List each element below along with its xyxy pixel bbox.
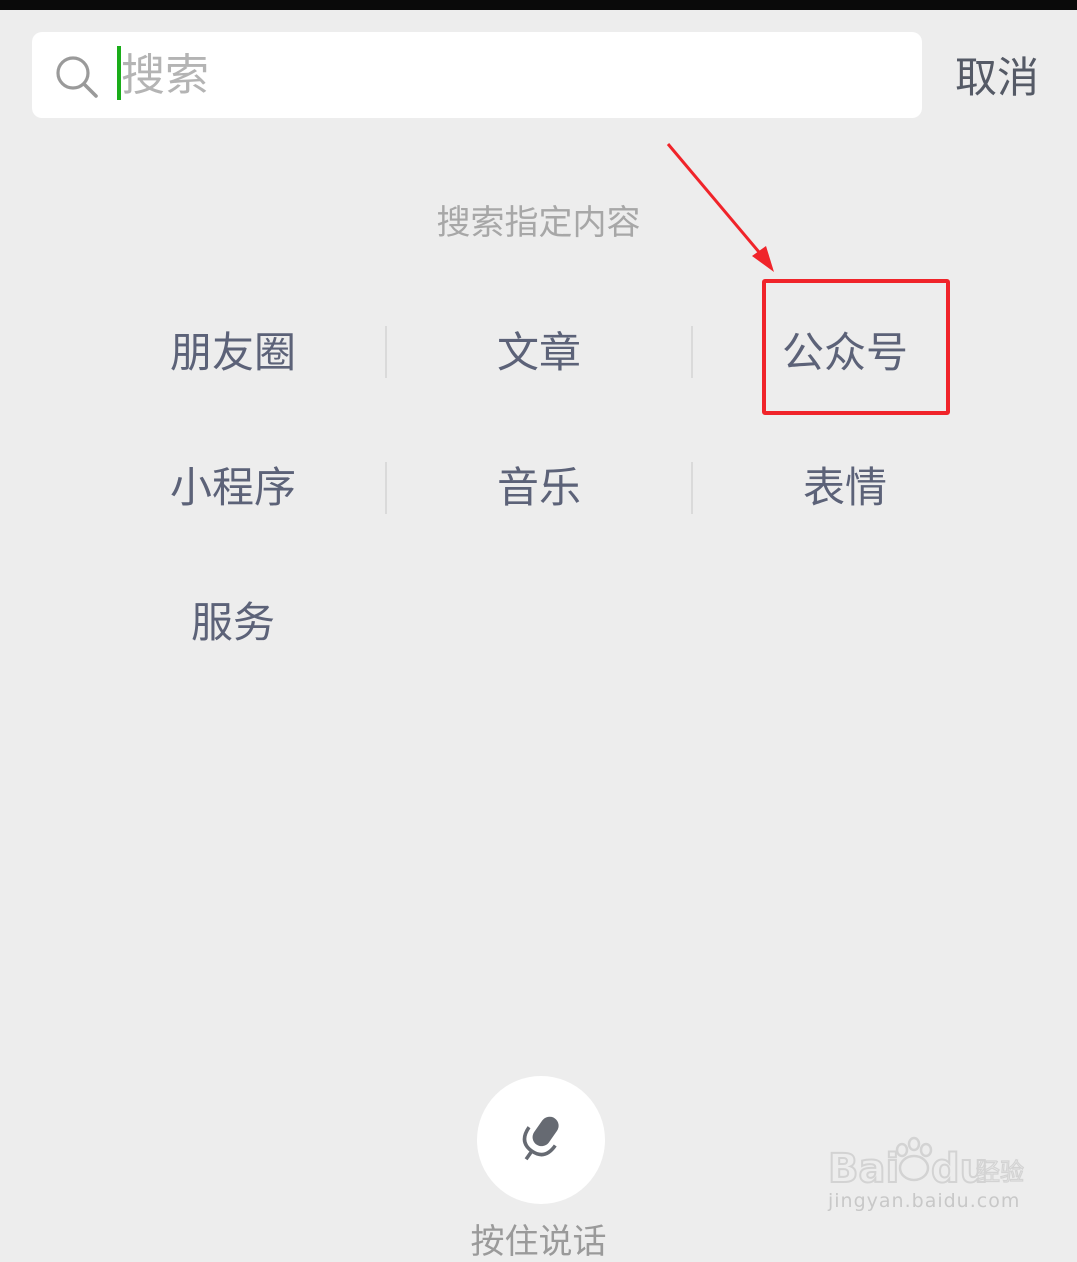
- category-articles[interactable]: 文章: [389, 318, 689, 388]
- search-input[interactable]: [121, 40, 901, 110]
- category-music[interactable]: 音乐: [389, 453, 689, 523]
- category-mini-programs[interactable]: 小程序: [83, 453, 383, 523]
- svg-text:经验: 经验: [976, 1158, 1024, 1186]
- baidu-paw-logo-icon: Bai du 经验: [827, 1136, 1025, 1192]
- annotation-highlight-box: [762, 279, 950, 415]
- category-divider: [691, 462, 693, 514]
- category-divider: [691, 326, 693, 378]
- category-divider: [385, 462, 387, 514]
- svg-text:Bai: Bai: [828, 1146, 899, 1192]
- search-bar[interactable]: [32, 32, 922, 118]
- watermark-domain: jingyan.baidu.com: [828, 1190, 1021, 1212]
- microphone-icon: [522, 1116, 559, 1161]
- annotation-arrow-icon: [666, 143, 774, 272]
- voice-input-button[interactable]: [477, 1076, 605, 1204]
- cancel-button[interactable]: 取消: [955, 48, 1055, 108]
- voice-input-label: 按住说话: [470, 1222, 607, 1262]
- search-icon: [56, 56, 98, 98]
- section-title: 搜索指定内容: [436, 203, 641, 243]
- category-divider: [385, 326, 387, 378]
- category-services[interactable]: 服务: [83, 588, 383, 658]
- baidu-jingyan-watermark: Bai du 经验 jingyan.baidu.com: [826, 1124, 1026, 1220]
- status-bar-edge: [0, 0, 1077, 10]
- category-stickers[interactable]: 表情: [695, 453, 995, 523]
- category-moments[interactable]: 朋友圈: [83, 318, 383, 388]
